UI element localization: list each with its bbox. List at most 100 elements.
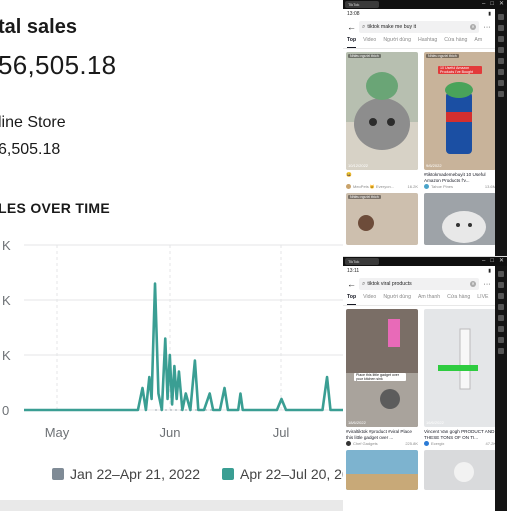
room-thumbnail-image	[346, 193, 418, 245]
video-date: 18/6/2022	[348, 420, 366, 425]
toolbar-icon[interactable]	[498, 91, 504, 97]
search-icon: ⌕	[362, 23, 366, 30]
toolbar-icon[interactable]	[498, 337, 504, 343]
video-card[interactable]: 16/6/2022 Vincent Van gogh PRODUCT AND T…	[424, 309, 496, 446]
popular-tag: Nhiều người thích	[348, 195, 381, 199]
video-thumbnail[interactable]: Place this little gadget over your kitch…	[346, 309, 418, 427]
more-icon[interactable]: ···	[483, 24, 491, 31]
toolbar-icon[interactable]	[498, 14, 504, 20]
toolbar-icon[interactable]	[498, 69, 504, 75]
x-tick-label: May	[45, 425, 70, 440]
emulator-tab[interactable]: TikTok	[345, 258, 379, 265]
author-name[interactable]: Chef Gadgets	[353, 441, 378, 446]
thumbnail-overlay-text: 10 Useful Amazon Products I've Bought	[438, 66, 482, 74]
search-input[interactable]: ⌕ tiktok viral products ✕	[359, 278, 479, 290]
total-sales-value: 56,505.18	[0, 50, 117, 80]
horizontal-scrollbar[interactable]	[0, 500, 343, 511]
status-bar: 13:08 ▮	[343, 9, 495, 18]
video-card[interactable]	[424, 450, 496, 490]
phone-screenshot-2: TikTok – □ ✕ 13:11 ▮ ← ⌕ tiktok viral produ…	[343, 257, 507, 511]
video-thumbnail[interactable]: 16/6/2022	[424, 309, 496, 427]
emulator-side-toolbar	[495, 9, 507, 256]
minimize-icon[interactable]: –	[482, 1, 485, 8]
tab-top[interactable]: Top	[347, 37, 357, 48]
tab-video[interactable]: Video	[363, 37, 376, 48]
search-tabs: Top Video Người dùng Hashtag Cửa hàng Âm	[343, 37, 495, 49]
toolbar-icon[interactable]	[498, 293, 504, 299]
author-name[interactable]: Tahoe Pines	[431, 184, 453, 189]
status-bar: 13:11 ▮	[343, 266, 495, 275]
close-icon[interactable]: ✕	[499, 1, 504, 8]
tab-sound[interactable]: Âm thanh	[418, 294, 440, 305]
sales-over-time-heading: LES OVER TIME	[0, 200, 111, 216]
tab-sound[interactable]: Âm	[474, 37, 482, 48]
toolbar-icon[interactable]	[498, 282, 504, 288]
ocean-thumbnail-image	[346, 450, 418, 490]
video-card[interactable]: Place this little gadget over your kitch…	[346, 309, 418, 446]
online-store-label: line Store	[0, 114, 66, 131]
maximize-icon[interactable]: □	[490, 1, 494, 8]
author-name[interactable]: Ecergix	[431, 441, 444, 446]
avatar[interactable]	[346, 184, 351, 189]
clear-icon[interactable]: ✕	[470, 281, 476, 287]
toolbar-icon[interactable]	[498, 80, 504, 86]
x-tick-label: Jun	[160, 425, 181, 440]
toolbar-icon[interactable]	[498, 326, 504, 332]
toolbar-icon[interactable]	[498, 47, 504, 53]
minimize-icon[interactable]: –	[482, 258, 485, 265]
toolbar-icon[interactable]	[498, 315, 504, 321]
search-icon: ⌕	[362, 280, 366, 287]
tab-video[interactable]: Video	[363, 294, 376, 305]
y-tick-label: K	[2, 293, 11, 308]
video-thumbnail[interactable]: Nhiều người thích 10 Useful Amazon Produ…	[424, 52, 496, 170]
more-icon[interactable]: ···	[483, 281, 491, 288]
emulator-title-bar: TikTok – □ ✕	[343, 257, 507, 266]
chart-legend: Jan 22–Apr 21, 2022 Apr 22–Jul 20, 20	[52, 466, 343, 482]
back-arrow-icon[interactable]: ←	[347, 279, 356, 289]
back-arrow-icon[interactable]: ←	[347, 22, 356, 32]
tab-shop[interactable]: Cửa hàng	[447, 294, 470, 305]
video-card[interactable]: Nhiều người thích 10/12/2022 😆 MeoPets 🐱…	[346, 52, 418, 189]
close-icon[interactable]: ✕	[499, 258, 504, 265]
tab-users[interactable]: Người dùng	[383, 37, 411, 48]
video-meta: Ecergix 47.2K	[424, 441, 496, 446]
video-date: 9/6/2022	[426, 163, 442, 168]
status-time: 13:11	[347, 268, 360, 274]
video-card[interactable]: Nhiều người thích 10 Useful Amazon Produ…	[424, 52, 496, 189]
video-thumbnail[interactable]	[424, 450, 496, 490]
video-caption: #tiktokmademebuyit 10 Useful Amazon Prod…	[424, 172, 486, 183]
toolbar-icon[interactable]	[498, 36, 504, 42]
author-name[interactable]: MeoPets 🐱 Everyon...	[353, 184, 394, 189]
clear-icon[interactable]: ✕	[470, 24, 476, 30]
tab-live[interactable]: LIVE	[477, 294, 488, 305]
tab-hashtag[interactable]: Hashtag	[418, 37, 437, 48]
battery-icon: ▮	[488, 11, 491, 17]
video-date: 16/6/2022	[426, 420, 444, 425]
video-card[interactable]: Nhiều người thích	[346, 193, 418, 245]
avatar[interactable]	[424, 441, 429, 446]
toolbar-icon[interactable]	[498, 58, 504, 64]
avatar[interactable]	[346, 441, 351, 446]
y-tick-label: K	[2, 238, 11, 253]
sink-thumbnail-image	[346, 309, 418, 427]
toolbar-icon[interactable]	[498, 25, 504, 31]
emulator-tab[interactable]: TikTok	[345, 1, 379, 8]
sales-dashboard: tal sales 56,505.18 line Store 6,505.18 …	[0, 0, 343, 511]
sales-over-time-chart: K K K 0 May Jun Jul	[2, 238, 343, 440]
video-thumbnail[interactable]: Nhiều người thích	[346, 193, 418, 245]
video-card[interactable]	[346, 450, 418, 490]
tab-users[interactable]: Người dùng	[383, 294, 411, 305]
maximize-icon[interactable]: □	[490, 258, 494, 265]
avatar[interactable]	[424, 184, 429, 189]
search-input[interactable]: ⌕ tiktok make me buy it ✕	[359, 21, 479, 33]
tab-top[interactable]: Top	[347, 294, 357, 305]
toolbar-icon[interactable]	[498, 271, 504, 277]
toolbar-icon[interactable]	[498, 304, 504, 310]
video-card[interactable]	[424, 193, 496, 245]
video-thumbnail[interactable]	[346, 450, 418, 490]
emulator-title-bar: TikTok – □ ✕	[343, 0, 507, 9]
toolbar-icon[interactable]	[498, 348, 504, 354]
video-thumbnail[interactable]	[424, 193, 496, 245]
tab-shop[interactable]: Cửa hàng	[444, 37, 467, 48]
video-thumbnail[interactable]: Nhiều người thích 10/12/2022	[346, 52, 418, 170]
